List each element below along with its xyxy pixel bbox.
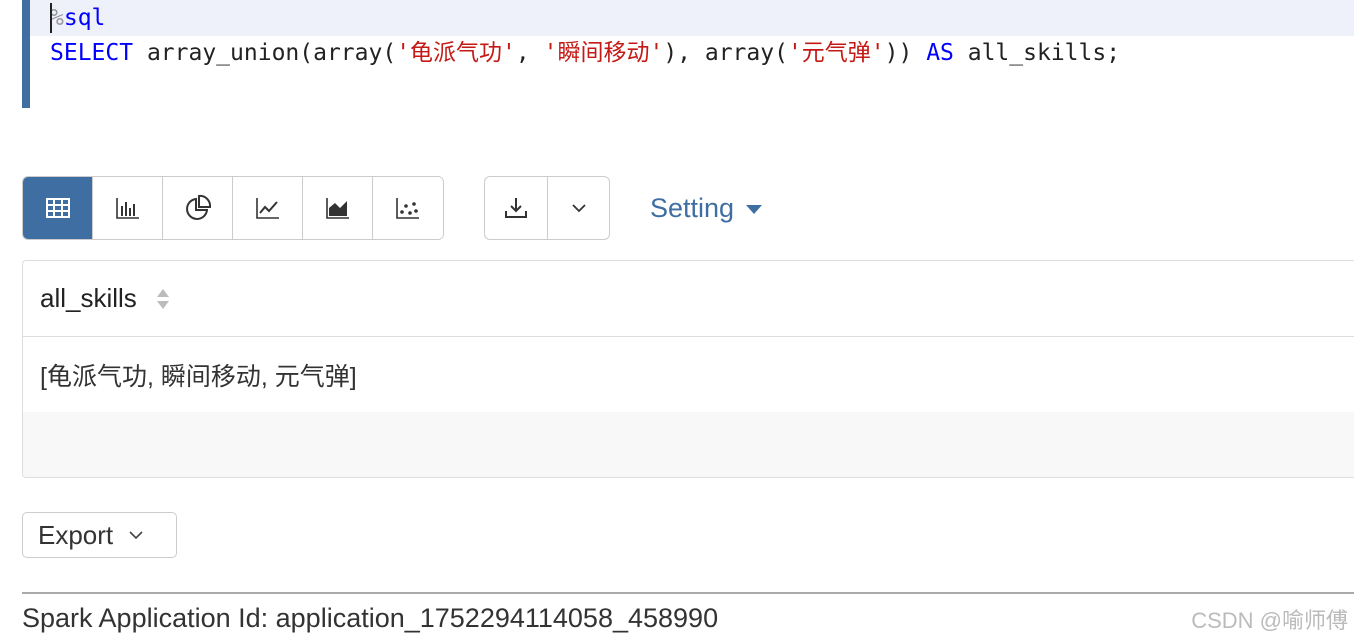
result-table: all_skills [龟派气功, 瞬间移动, 元气弹] (22, 260, 1354, 478)
footer-divider (22, 592, 1354, 594)
line-chart-icon (255, 198, 279, 219)
chevron-down-icon (129, 531, 143, 540)
text-cursor (50, 3, 52, 33)
string-literal-1: '龟派气功' (396, 40, 516, 66)
download-dropdown-button[interactable] (547, 177, 609, 239)
download-icon (505, 198, 527, 218)
area-chart-button[interactable] (303, 177, 373, 239)
magic-command: sql (63, 5, 106, 31)
table-empty-row (23, 412, 1354, 477)
bar-chart-button[interactable] (93, 177, 163, 239)
setting-label: Setting (650, 192, 735, 223)
sort-icon[interactable] (155, 286, 171, 312)
download-button[interactable] (485, 177, 547, 239)
magic-prefix: % (50, 5, 64, 31)
line-chart-button[interactable] (233, 177, 303, 239)
table-view-button[interactable] (23, 177, 93, 239)
code-line-2[interactable]: SELECT array_union(array('龟派气功', '瞬间移动')… (50, 35, 1120, 71)
code-close: )) (884, 40, 927, 66)
table-header[interactable]: all_skills (23, 261, 1354, 337)
scatter-chart-button[interactable] (373, 177, 443, 239)
watermark: CSDN @喻师傅 (1191, 608, 1348, 633)
code-line-1[interactable]: %sql (30, 0, 1354, 36)
code-middle: ), array( (663, 40, 788, 66)
caret-down-icon (746, 204, 763, 214)
download-button-group (484, 176, 610, 240)
scatter-chart-icon (396, 198, 419, 219)
chevron-down-icon (571, 204, 586, 213)
paragraph-focus-bar (22, 0, 30, 108)
bar-chart-icon (115, 198, 139, 219)
area-chart-icon (325, 198, 349, 219)
pie-chart-button[interactable] (163, 177, 233, 239)
table-icon (45, 198, 70, 218)
string-literal-2: '瞬间移动' (543, 40, 664, 66)
string-literal-3: '元气弹' (787, 40, 885, 66)
keyword-as: AS (926, 40, 954, 66)
export-label: Export (38, 519, 114, 550)
code-separator: , (515, 40, 544, 66)
code-editor[interactable]: %sql SELECT array_union(array('龟派气功', '瞬… (22, 0, 1354, 108)
table-cell: [龟派气功, 瞬间移动, 元气弹] (40, 363, 357, 391)
pie-chart-icon (185, 194, 211, 220)
export-button[interactable]: Export (22, 512, 177, 558)
table-row: [龟派气功, 瞬间移动, 元气弹] (23, 338, 1354, 412)
code-alias: all_skills; (953, 40, 1121, 66)
visualization-toolbar (22, 176, 444, 240)
keyword-select: SELECT (50, 40, 134, 66)
code-function: array_union(array( (133, 40, 397, 66)
spark-application-id: Spark Application Id: application_175229… (22, 603, 719, 633)
column-header-all-skills[interactable]: all_skills (40, 283, 137, 314)
setting-dropdown[interactable]: Setting (650, 190, 763, 226)
